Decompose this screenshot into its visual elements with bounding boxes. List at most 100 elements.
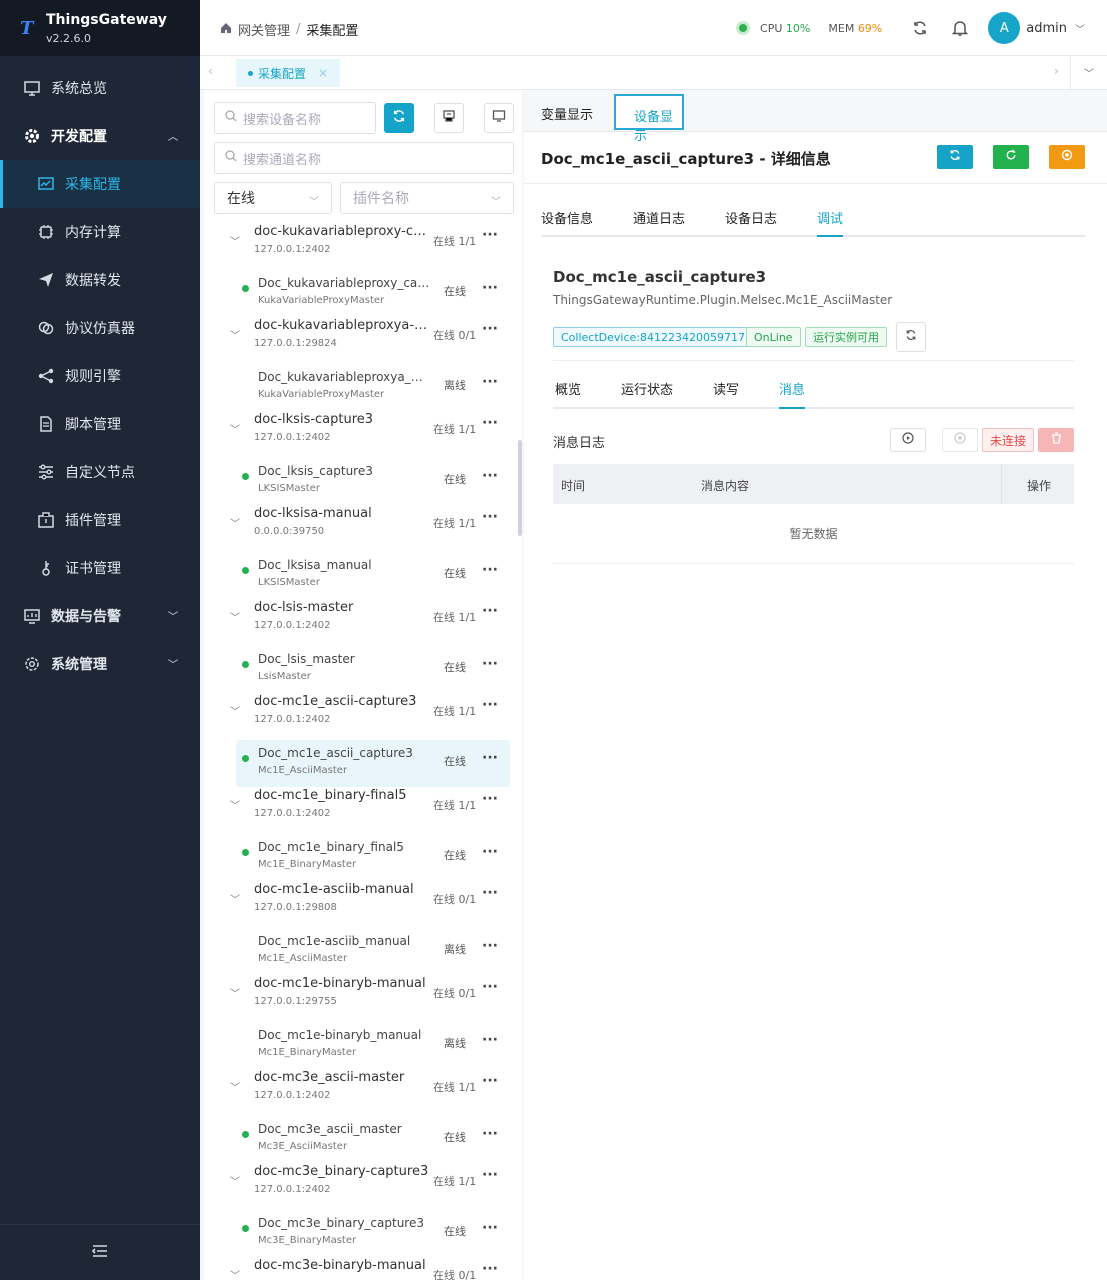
channel-row[interactable]: ﹀ doc-mc3e_ascii-master 127.0.0.1:2402 在线 1… bbox=[204, 1069, 514, 1116]
more-icon[interactable]: ··· bbox=[482, 1220, 498, 1236]
channel-row[interactable]: ﹀ doc-kukavariableproxya-manual 127.0.0.1:… bbox=[204, 317, 514, 364]
channel-row[interactable]: ﹀ doc-lsis-master 127.0.0.1:2402 在线 1/1 ··· bbox=[204, 599, 514, 646]
display-button[interactable] bbox=[484, 103, 514, 133]
sidebar-item-collect-config[interactable]: 采集配置 bbox=[0, 160, 200, 208]
tabs-scroll-right-icon[interactable]: › bbox=[1054, 64, 1059, 78]
sidebar-item-plugin-manage[interactable]: 插件管理 bbox=[0, 496, 200, 544]
tabs-scroll-left-icon[interactable]: ‹ bbox=[208, 64, 213, 78]
refresh-button[interactable] bbox=[937, 145, 973, 169]
channel-row[interactable]: ﹀ doc-mc1e-binaryb-manual 127.0.0.1:29755 在… bbox=[204, 975, 514, 1022]
sidebar-item-data-forward[interactable]: 数据转发 bbox=[0, 256, 200, 304]
sidebar-item-custom-node[interactable]: 自定义节点 bbox=[0, 448, 200, 496]
user-name[interactable]: admin bbox=[1026, 21, 1067, 36]
chevron-down-icon[interactable]: ﹀ bbox=[230, 985, 240, 1000]
more-icon[interactable]: ··· bbox=[482, 1073, 498, 1089]
channel-row[interactable]: ﹀ doc-kukavariableproxy-capture3 127.0.0.1… bbox=[204, 223, 514, 270]
tabs-menu-chevron-icon[interactable]: ﹀ bbox=[1070, 56, 1107, 89]
column-content[interactable]: 消息内容 bbox=[701, 477, 749, 494]
device-row[interactable]: Doc_kukavariableproxy_capture3 KukaVariab… bbox=[204, 270, 514, 317]
sidebar-item-dev-config[interactable]: 开发配置 ︿ bbox=[0, 112, 200, 160]
chevron-down-icon[interactable]: ﹀ bbox=[230, 891, 240, 906]
tab-messages[interactable]: 消息 bbox=[779, 379, 806, 409]
channel-row[interactable]: ﹀ doc-lksis-capture3 127.0.0.1:2402 在线 1/1 ·… bbox=[204, 411, 514, 458]
sidebar-item-memory-compute[interactable]: 内存计算 bbox=[0, 208, 200, 256]
column-time[interactable]: 时间 bbox=[561, 477, 585, 494]
chevron-down-icon[interactable]: ﹀ bbox=[230, 421, 240, 436]
tab-debug[interactable]: 调试 bbox=[817, 208, 844, 237]
tab-device-view[interactable]: 设备显示 bbox=[614, 94, 684, 144]
more-icon[interactable]: ··· bbox=[482, 938, 498, 954]
more-icon[interactable]: ··· bbox=[482, 750, 498, 766]
tab-channel-log[interactable]: 通道日志 bbox=[633, 208, 685, 237]
more-icon[interactable]: ··· bbox=[482, 468, 498, 484]
more-icon[interactable]: ··· bbox=[482, 791, 498, 807]
chevron-down-icon[interactable]: ﹀ bbox=[230, 609, 240, 624]
tab-device-info[interactable]: 设备信息 bbox=[541, 208, 593, 237]
tab-variable-view[interactable]: 变量显示 bbox=[541, 104, 593, 123]
chevron-down-icon[interactable]: ﹀ bbox=[230, 1079, 240, 1094]
sidebar-item-rule-engine[interactable]: 规则引擎 bbox=[0, 352, 200, 400]
refresh-tree-button[interactable] bbox=[384, 103, 414, 133]
device-row[interactable]: Doc_mc3e_ascii_master Mc3E_AsciiMaster 在线 ·… bbox=[204, 1116, 514, 1163]
more-icon[interactable]: ··· bbox=[482, 1167, 498, 1183]
avatar[interactable]: A bbox=[988, 12, 1021, 44]
chevron-down-icon[interactable]: ﹀ bbox=[1075, 21, 1085, 36]
stop-button[interactable] bbox=[942, 428, 978, 452]
more-icon[interactable]: ··· bbox=[482, 321, 498, 337]
pause-button[interactable] bbox=[1049, 145, 1085, 169]
status-filter-select[interactable]: 在线 ﹀ bbox=[214, 182, 332, 214]
close-icon[interactable]: × bbox=[318, 66, 328, 80]
device-row[interactable]: Doc_mc1e-binaryb_manual Mc1E_BinaryMaster… bbox=[204, 1022, 514, 1069]
more-icon[interactable]: ··· bbox=[482, 374, 498, 390]
bell-icon[interactable] bbox=[940, 19, 980, 37]
device-row[interactable]: Doc_lksis_capture3 LKSISMaster 在线 ··· bbox=[204, 458, 514, 505]
channel-row[interactable]: ﹀ doc-mc3e-binaryb-manual 在线 0/1 ··· bbox=[204, 1257, 514, 1280]
sidebar-item-cert-manage[interactable]: 证书管理 bbox=[0, 544, 200, 592]
home-icon[interactable] bbox=[220, 22, 232, 38]
more-icon[interactable]: ··· bbox=[482, 1032, 498, 1048]
search-device-input[interactable]: 搜索设备名称 bbox=[214, 102, 376, 134]
tab-device-log[interactable]: 设备日志 bbox=[725, 208, 777, 237]
sidebar-item-overview[interactable]: 系统总览 bbox=[0, 64, 200, 112]
device-row[interactable]: Doc_mc1e_ascii_capture3 Mc1E_AsciiMaster 在… bbox=[236, 740, 510, 787]
channel-row[interactable]: ﹀ doc-mc1e_binary-final5 127.0.0.1:2402 在线 … bbox=[204, 787, 514, 834]
more-icon[interactable]: ··· bbox=[482, 697, 498, 713]
device-row[interactable]: Doc_lksisa_manual LKSISMaster 在线 ··· bbox=[204, 552, 514, 599]
play-button[interactable] bbox=[890, 428, 926, 452]
more-icon[interactable]: ··· bbox=[482, 656, 498, 672]
brand[interactable]: T ThingsGateway v2.2.6.0 bbox=[0, 0, 200, 56]
more-icon[interactable]: ··· bbox=[482, 844, 498, 860]
device-row[interactable]: Doc_lsis_master LsisMaster 在线 ··· bbox=[204, 646, 514, 693]
sidebar-item-script-manage[interactable]: 脚本管理 bbox=[0, 400, 200, 448]
device-row[interactable]: Doc_mc1e_binary_final5 Mc1E_BinaryMaster 在… bbox=[204, 834, 514, 881]
more-icon[interactable]: ··· bbox=[482, 509, 498, 525]
device-row[interactable]: Doc_kukavariableproxya_manual KukaVariabl… bbox=[204, 364, 514, 411]
channel-row[interactable]: ﹀ doc-lksisa-manual 0.0.0.0:39750 在线 1/1 ··· bbox=[204, 505, 514, 552]
column-action[interactable]: 操作 bbox=[1027, 477, 1051, 494]
refresh-status-button[interactable] bbox=[896, 322, 926, 352]
chevron-down-icon[interactable]: ﹀ bbox=[230, 797, 240, 812]
more-icon[interactable]: ··· bbox=[482, 562, 498, 578]
more-icon[interactable]: ··· bbox=[482, 1261, 498, 1277]
tab-read-write[interactable]: 读写 bbox=[713, 379, 739, 409]
sidebar-item-protocol-simulator[interactable]: 协议仿真器 bbox=[0, 304, 200, 352]
more-icon[interactable]: ··· bbox=[482, 227, 498, 243]
channel-row[interactable]: ﹀ doc-mc1e-asciib-manual 127.0.0.1:29808 在线… bbox=[204, 881, 514, 928]
sidebar-item-system-manage[interactable]: 系统管理 ﹀ bbox=[0, 640, 200, 688]
tab-collect-config[interactable]: 采集配置 × bbox=[236, 59, 340, 87]
restart-button[interactable] bbox=[993, 145, 1029, 169]
channel-row[interactable]: ﹀ doc-mc1e_ascii-capture3 127.0.0.1:2402 在线… bbox=[204, 693, 514, 740]
chevron-down-icon[interactable]: ﹀ bbox=[230, 233, 240, 248]
chevron-down-icon[interactable]: ﹀ bbox=[230, 1173, 240, 1188]
search-channel-input[interactable]: 搜索通道名称 bbox=[214, 142, 514, 174]
more-icon[interactable]: ··· bbox=[482, 603, 498, 619]
sidebar-collapse-button[interactable] bbox=[0, 1224, 200, 1280]
chevron-down-icon[interactable]: ﹀ bbox=[230, 515, 240, 530]
more-icon[interactable]: ··· bbox=[482, 280, 498, 296]
export-button[interactable] bbox=[434, 103, 464, 133]
chevron-down-icon[interactable]: ﹀ bbox=[230, 703, 240, 718]
device-row[interactable]: Doc_mc3e_binary_capture3 Mc3E_BinaryMaste… bbox=[204, 1210, 514, 1257]
device-row[interactable]: Doc_mc1e-asciib_manual Mc1E_AsciiMaster 离线… bbox=[204, 928, 514, 975]
tree-scrollbar[interactable] bbox=[518, 440, 522, 536]
more-icon[interactable]: ··· bbox=[482, 885, 498, 901]
